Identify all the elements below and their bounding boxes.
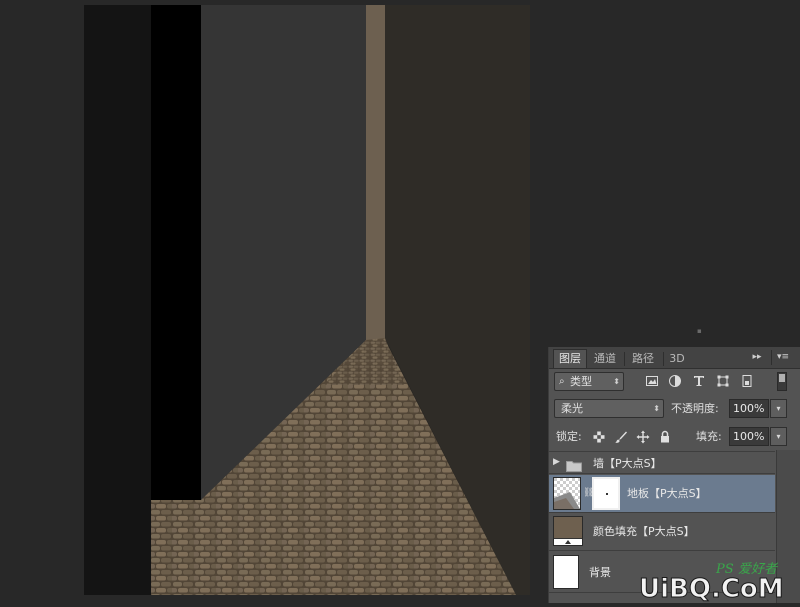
svg-text:UiBQ.CoM: UiBQ.CoM: [639, 574, 784, 603]
folder-icon: [566, 457, 582, 472]
lock-transparent-pixels-icon[interactable]: [592, 430, 606, 444]
shape-filter-icon[interactable]: [716, 374, 730, 388]
layer-row-floor[interactable]: ⛓ 地板【P大点S】: [549, 475, 775, 513]
type-filter-icon[interactable]: [692, 374, 706, 388]
layer-filter-kind-select[interactable]: ⌕ 类型 ⬍: [554, 372, 624, 391]
layer-name: 颜色填充【P大点S】: [593, 525, 695, 538]
lock-image-pixels-icon[interactable]: [614, 430, 628, 444]
filter-kind-label: 类型: [570, 375, 592, 388]
tab-layers[interactable]: 图层: [553, 349, 587, 368]
adjustment-filter-icon[interactable]: [668, 374, 682, 388]
blend-mode-select[interactable]: 柔光 ⬍: [554, 399, 664, 418]
updown-arrow-icon: ⬍: [653, 404, 660, 413]
fill-layer-thumbnail: [553, 516, 583, 546]
opacity-input[interactable]: 100%: [729, 399, 769, 418]
layer-name: 地板【P大点S】: [627, 487, 707, 500]
blend-mode-value: 柔光: [561, 402, 583, 415]
tab-paths[interactable]: 路径: [627, 350, 659, 368]
tab-channels[interactable]: 通道: [589, 350, 621, 368]
layer-row-color-fill[interactable]: 颜色填充【P大点S】: [549, 513, 775, 551]
fill-input[interactable]: 100%: [729, 427, 769, 446]
collapse-panel-button[interactable]: ▸▸: [749, 350, 765, 365]
lock-position-icon[interactable]: [636, 430, 650, 444]
panel-tab-bar: 图层 通道 路径 3D ▸▸ ▾≡: [549, 347, 800, 369]
panel-menu-button[interactable]: ▾≡: [771, 350, 794, 365]
layer-row-group-wall[interactable]: ▶ 墙【P大点S】: [549, 451, 775, 474]
fill-label: 填充:: [696, 430, 722, 443]
watermark: PS 爱好者 UiBQ.CoM: [636, 558, 800, 605]
watermark-logo: PS 爱好者 UiBQ.CoM: [639, 562, 785, 605]
panel-grip[interactable]: ▪: [697, 328, 702, 335]
left-shadow-strip: [84, 5, 151, 595]
black-opening: [151, 5, 201, 500]
smart-object-filter-icon[interactable]: [740, 374, 754, 388]
layer-mask-thumbnail[interactable]: [592, 477, 620, 510]
fill-dropdown-button[interactable]: ▾: [770, 427, 787, 446]
corridor-artwork: [84, 5, 530, 595]
search-icon: ⌕: [559, 376, 565, 387]
image-filter-icon[interactable]: [645, 374, 659, 388]
tab-3d[interactable]: 3D: [665, 350, 689, 368]
background-thumbnail: [553, 555, 579, 589]
layer-name: 墙【P大点S】: [593, 457, 662, 470]
lock-label: 锁定:: [556, 430, 582, 443]
layer-name: 背景: [589, 566, 611, 579]
layer-thumbnail: [553, 477, 581, 510]
document-canvas[interactable]: [84, 5, 530, 595]
opacity-dropdown-button[interactable]: ▾: [770, 399, 787, 418]
lock-all-icon[interactable]: [658, 430, 672, 444]
expand-group-arrow-icon[interactable]: ▶: [553, 457, 560, 467]
updown-arrow-icon: ⬍: [613, 377, 620, 386]
distant-light-strip: [366, 5, 385, 340]
filter-toggle-switch[interactable]: [777, 372, 787, 391]
opacity-label: 不透明度:: [671, 402, 719, 415]
